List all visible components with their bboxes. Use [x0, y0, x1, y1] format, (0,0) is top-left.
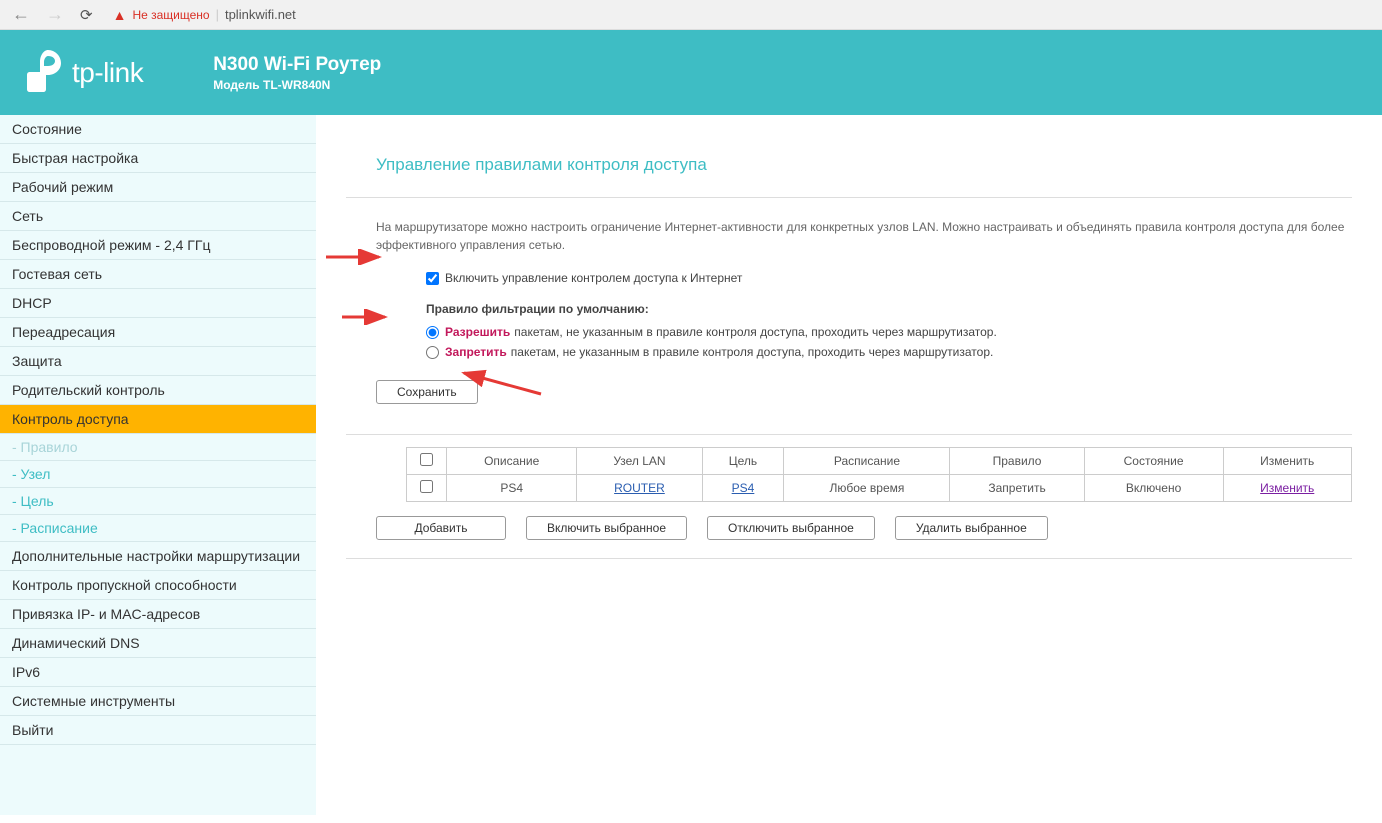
sidebar-item[interactable]: Защита [0, 347, 316, 376]
insecure-icon: ▲ [113, 7, 127, 23]
col-rule: Правило [950, 448, 1084, 475]
enable-access-label: Включить управление контролем доступа к … [445, 271, 742, 285]
insecure-label: Не защищено [132, 8, 209, 22]
sidebar-subitem[interactable]: - Правило [0, 434, 316, 461]
tplink-logo-icon [22, 48, 62, 98]
table-actions: Добавить Включить выбранное Отключить вы… [346, 502, 1352, 540]
main-layout: СостояниеБыстрая настройкаРабочий режимС… [0, 115, 1382, 815]
logo: tp-link [22, 48, 143, 98]
sidebar-item[interactable]: Системные инструменты [0, 687, 316, 716]
sidebar-item[interactable]: Привязка IP- и MAC-адресов [0, 600, 316, 629]
col-description: Описание [447, 448, 577, 475]
col-edit: Изменить [1223, 448, 1352, 475]
filter-allow-row: Разрешить пакетам, не указанным в правил… [346, 322, 1352, 342]
divider [346, 434, 1352, 435]
sidebar-item[interactable]: Быстрая настройка [0, 144, 316, 173]
row-checkbox[interactable] [420, 480, 433, 493]
filter-allow-radio[interactable] [426, 326, 439, 339]
disable-selected-button[interactable]: Отключить выбранное [707, 516, 875, 540]
back-button[interactable]: ← [8, 4, 34, 25]
enable-access-control-row: Включить управление контролем доступа к … [346, 268, 1352, 288]
filter-deny-row: Запретить пакетам, не указанным в правил… [346, 342, 1352, 362]
cell-state: Включено [1084, 475, 1223, 502]
separator: | [216, 7, 219, 22]
sidebar-item[interactable]: Контроль пропускной способности [0, 571, 316, 600]
col-state: Состояние [1084, 448, 1223, 475]
enable-selected-button[interactable]: Включить выбранное [526, 516, 687, 540]
sidebar-item[interactable]: Родительский контроль [0, 376, 316, 405]
page-description: На маршрутизаторе можно настроить ограни… [346, 210, 1352, 268]
sidebar-item[interactable]: Выйти [0, 716, 316, 745]
edit-link[interactable]: Изменить [1260, 481, 1314, 495]
filter-deny-radio[interactable] [426, 346, 439, 359]
add-button[interactable]: Добавить [376, 516, 506, 540]
product-model: Модель TL-WR840N [213, 78, 381, 92]
enable-access-checkbox[interactable] [426, 272, 439, 285]
cell-description: PS4 [447, 475, 577, 502]
table-header-row: Описание Узел LAN Цель Расписание Правил… [407, 448, 1352, 475]
deny-rest: пакетам, не указанным в правиле контроля… [511, 345, 994, 359]
sidebar-item[interactable]: Гостевая сеть [0, 260, 316, 289]
sidebar-item[interactable]: Переадресация [0, 318, 316, 347]
sidebar-item[interactable]: IPv6 [0, 658, 316, 687]
logo-text: tp-link [72, 57, 143, 89]
save-row: Сохранить [346, 362, 1352, 422]
table-row: PS4 ROUTER PS4 Любое время Запретить Вкл… [407, 475, 1352, 502]
divider [346, 197, 1352, 198]
filter-rule-header: Правило фильтрации по умолчанию: [346, 288, 1352, 322]
browser-toolbar: ← → ⟳ ▲ Не защищено | tplinkwifi.net [0, 0, 1382, 30]
sidebar-item[interactable]: Сеть [0, 202, 316, 231]
deny-word: Запретить [445, 345, 507, 359]
reload-button[interactable]: ⟳ [76, 6, 97, 24]
sidebar-subitem[interactable]: - Узел [0, 461, 316, 488]
sidebar-subitem[interactable]: - Расписание [0, 515, 316, 542]
target-link[interactable]: PS4 [732, 481, 755, 495]
sidebar-item[interactable]: Состояние [0, 115, 316, 144]
allow-rest: пакетам, не указанным в правиле контроля… [514, 325, 997, 339]
host-link[interactable]: ROUTER [614, 481, 665, 495]
page-title: Управление правилами контроля доступа [346, 155, 1352, 175]
url-text: tplinkwifi.net [225, 7, 296, 22]
sidebar-item[interactable]: Контроль доступа [0, 405, 316, 434]
sidebar-item[interactable]: Рабочий режим [0, 173, 316, 202]
forward-button[interactable]: → [42, 4, 68, 25]
sidebar-nav: СостояниеБыстрая настройкаРабочий режимС… [0, 115, 316, 815]
product-info: N300 Wi-Fi Роутер Модель TL-WR840N [213, 54, 381, 92]
col-target: Цель [702, 448, 784, 475]
app-header: tp-link N300 Wi-Fi Роутер Модель TL-WR84… [0, 30, 1382, 115]
allow-word: Разрешить [445, 325, 510, 339]
content-area: Управление правилами контроля доступа На… [316, 115, 1382, 815]
col-schedule: Расписание [784, 448, 950, 475]
sidebar-item[interactable]: Дополнительные настройки маршрутизации [0, 542, 316, 571]
rules-table-wrap: Описание Узел LAN Цель Расписание Правил… [346, 447, 1352, 502]
save-button[interactable]: Сохранить [376, 380, 478, 404]
sidebar-item[interactable]: Динамический DNS [0, 629, 316, 658]
sidebar-item[interactable]: Беспроводной режим - 2,4 ГГц [0, 231, 316, 260]
sidebar-item[interactable]: DHCP [0, 289, 316, 318]
cell-schedule: Любое время [784, 475, 950, 502]
address-bar[interactable]: ▲ Не защищено | tplinkwifi.net [113, 7, 296, 23]
rules-table: Описание Узел LAN Цель Расписание Правил… [406, 447, 1352, 502]
select-all-checkbox[interactable] [420, 453, 433, 466]
delete-selected-button[interactable]: Удалить выбранное [895, 516, 1048, 540]
cell-rule: Запретить [950, 475, 1084, 502]
product-title: N300 Wi-Fi Роутер [213, 54, 381, 76]
sidebar-subitem[interactable]: - Цель [0, 488, 316, 515]
col-host: Узел LAN [577, 448, 702, 475]
divider [346, 558, 1352, 559]
